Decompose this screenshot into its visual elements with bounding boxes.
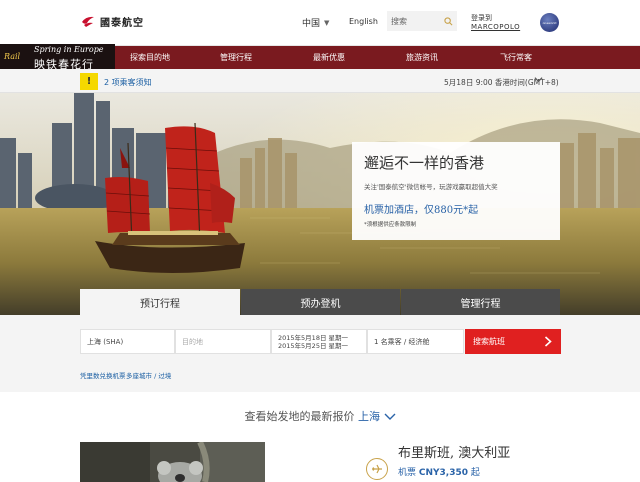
tab-book-trip[interactable]: 预订行程	[80, 289, 240, 315]
search-flights-button[interactable]: 搜索航班	[465, 329, 561, 354]
oneworld-text: oneworld	[542, 20, 557, 25]
deal-price-suffix: 起	[470, 468, 480, 478]
origin-city-selector[interactable]: 上海	[358, 410, 380, 423]
destination-field[interactable]: 目的地	[175, 329, 271, 354]
fares-heading-text: 查看始发地的最新报价	[244, 410, 355, 423]
notice-bar: ! 2 项乘客须知 5月18日 9:00 香港时间(GMT+8)	[0, 69, 640, 93]
nav-latest-offers[interactable]: 最新优惠	[313, 52, 345, 63]
search-input[interactable]: 搜索	[391, 16, 407, 27]
site-header: 國泰航空 中国 ▼ English 搜索 登录到 MARCOPOLO onewo…	[0, 0, 640, 46]
login-link[interactable]: 登录到 MARCOPOLO	[471, 14, 521, 32]
origin-field[interactable]: 上海 (SHA)	[80, 329, 175, 354]
language-selector[interactable]: 中国 ▼	[302, 16, 330, 30]
promo-note: *须根据供应条款限制	[364, 222, 417, 228]
promo-subtitle: 关注'国泰航空'微信帐号，玩游戏赢取超值大奖	[364, 183, 498, 191]
plane-icon[interactable]	[366, 458, 388, 480]
promo-price[interactable]: 机票加酒店，仅880元*起	[364, 201, 548, 216]
koala-deal-image[interactable]	[80, 442, 265, 482]
english-link[interactable]: English	[349, 17, 378, 26]
brushwing-logo-icon	[82, 16, 94, 27]
chevron-down-icon[interactable]	[384, 413, 396, 421]
redeem-miles-link[interactable]: 凭里数兑换机票	[80, 370, 126, 380]
search-box[interactable]: 搜索	[387, 11, 457, 31]
latest-fares-heading: 查看始发地的最新报价 上海	[0, 408, 640, 424]
koala-photo	[80, 442, 265, 482]
deal-price[interactable]: 机票 CNY3,350 起	[398, 465, 480, 478]
deal-destination[interactable]: 布里斯班, 澳大利亚	[398, 442, 510, 461]
search-icon[interactable]	[444, 16, 453, 26]
chevron-down-icon[interactable]	[534, 75, 543, 84]
tab-manage-booking[interactable]: 管理行程	[401, 289, 560, 315]
alert-icon: !	[80, 73, 98, 90]
chevron-down-icon: ▼	[324, 18, 330, 27]
rail-text: Rail	[4, 52, 21, 61]
nav-travel-info[interactable]: 旅游资讯	[406, 52, 438, 63]
spring-text: Spring in Europe	[34, 45, 104, 54]
depart-date: 2015年5月18日 星期一	[278, 334, 349, 342]
nav-explore-destinations[interactable]: 探索目的地	[130, 52, 170, 63]
promo-title: 邂逅不一样的香港	[364, 154, 485, 172]
multi-city-link[interactable]: 多座城市 / 过境	[126, 370, 171, 380]
marcopolo-label: MARCOPOLO	[471, 23, 521, 31]
hero-promo-card[interactable]: 邂逅不一样的香港 关注'国泰航空'微信帐号，玩游戏赢取超值大奖 机票加酒店，仅8…	[352, 142, 560, 240]
airplane-icon	[372, 464, 382, 474]
tab-online-checkin[interactable]: 预办登机	[241, 289, 400, 315]
return-date: 2015年5月25日 星期一	[278, 342, 349, 350]
deal-price-value: CNY3,350	[418, 468, 469, 478]
nav-frequent-flyer[interactable]: 飞行常客	[500, 52, 532, 63]
page: 國泰航空 中国 ▼ English 搜索 登录到 MARCOPOLO onewo…	[0, 0, 640, 482]
login-label: 登录到	[471, 14, 492, 22]
passengers-class-field[interactable]: 1 名乘客 / 经济舱	[367, 329, 464, 354]
deal-price-label: 机票	[398, 468, 417, 478]
nav-manage-booking[interactable]: 管理行程	[220, 52, 252, 63]
logo-text: 國泰航空	[100, 17, 144, 29]
oneworld-logo-icon[interactable]: oneworld	[540, 13, 559, 32]
airline-logo[interactable]: 國泰航空	[80, 13, 144, 29]
chevron-right-icon	[544, 336, 552, 347]
language-label: 中国	[302, 19, 321, 29]
travel-dates-field[interactable]: 2015年5月18日 星期一 2015年5月25日 星期一	[271, 329, 367, 354]
passenger-notice-link[interactable]: 2 项乘客须知	[104, 77, 152, 88]
search-flights-label: 搜索航班	[473, 337, 505, 346]
rail-promo-banner[interactable]: Rail Spring in Europe 映铁春花行	[0, 44, 115, 72]
